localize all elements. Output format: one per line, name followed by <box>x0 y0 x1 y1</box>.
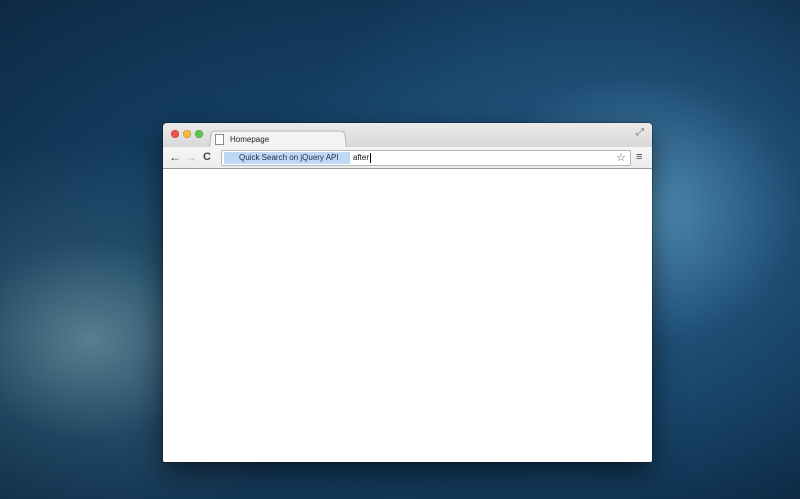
address-bar-input[interactable]: after <box>353 152 372 164</box>
fullscreen-icon[interactable]: ⤢ <box>636 128 644 138</box>
browser-window: Homepage ⤢ ← → C Quick Search on jQuery … <box>163 123 652 462</box>
page-icon <box>215 134 224 145</box>
tab-title: Homepage <box>230 135 270 144</box>
maximize-window-button[interactable] <box>195 130 203 138</box>
page-content-area <box>163 169 652 462</box>
browser-toolbar: ← → C Quick Search on jQuery API after ☆… <box>163 147 652 169</box>
typed-query: after <box>353 153 370 162</box>
search-engine-chip: Quick Search on jQuery API <box>224 152 350 164</box>
address-bar[interactable]: Quick Search on jQuery API after ☆ <box>221 150 631 166</box>
close-window-button[interactable] <box>171 130 179 138</box>
tab-content[interactable]: Homepage <box>215 132 269 147</box>
forward-button[interactable]: → <box>185 150 197 164</box>
minimize-window-button[interactable] <box>183 130 191 138</box>
text-caret <box>370 152 372 163</box>
bookmark-star-icon[interactable]: ☆ <box>616 151 626 165</box>
menu-icon[interactable]: ≡ <box>636 151 642 164</box>
back-button[interactable]: ← <box>169 150 181 164</box>
title-bar[interactable]: Homepage ⤢ <box>163 123 652 148</box>
reload-button[interactable]: C <box>203 150 211 164</box>
desktop-background: Homepage ⤢ ← → C Quick Search on jQuery … <box>0 0 800 499</box>
